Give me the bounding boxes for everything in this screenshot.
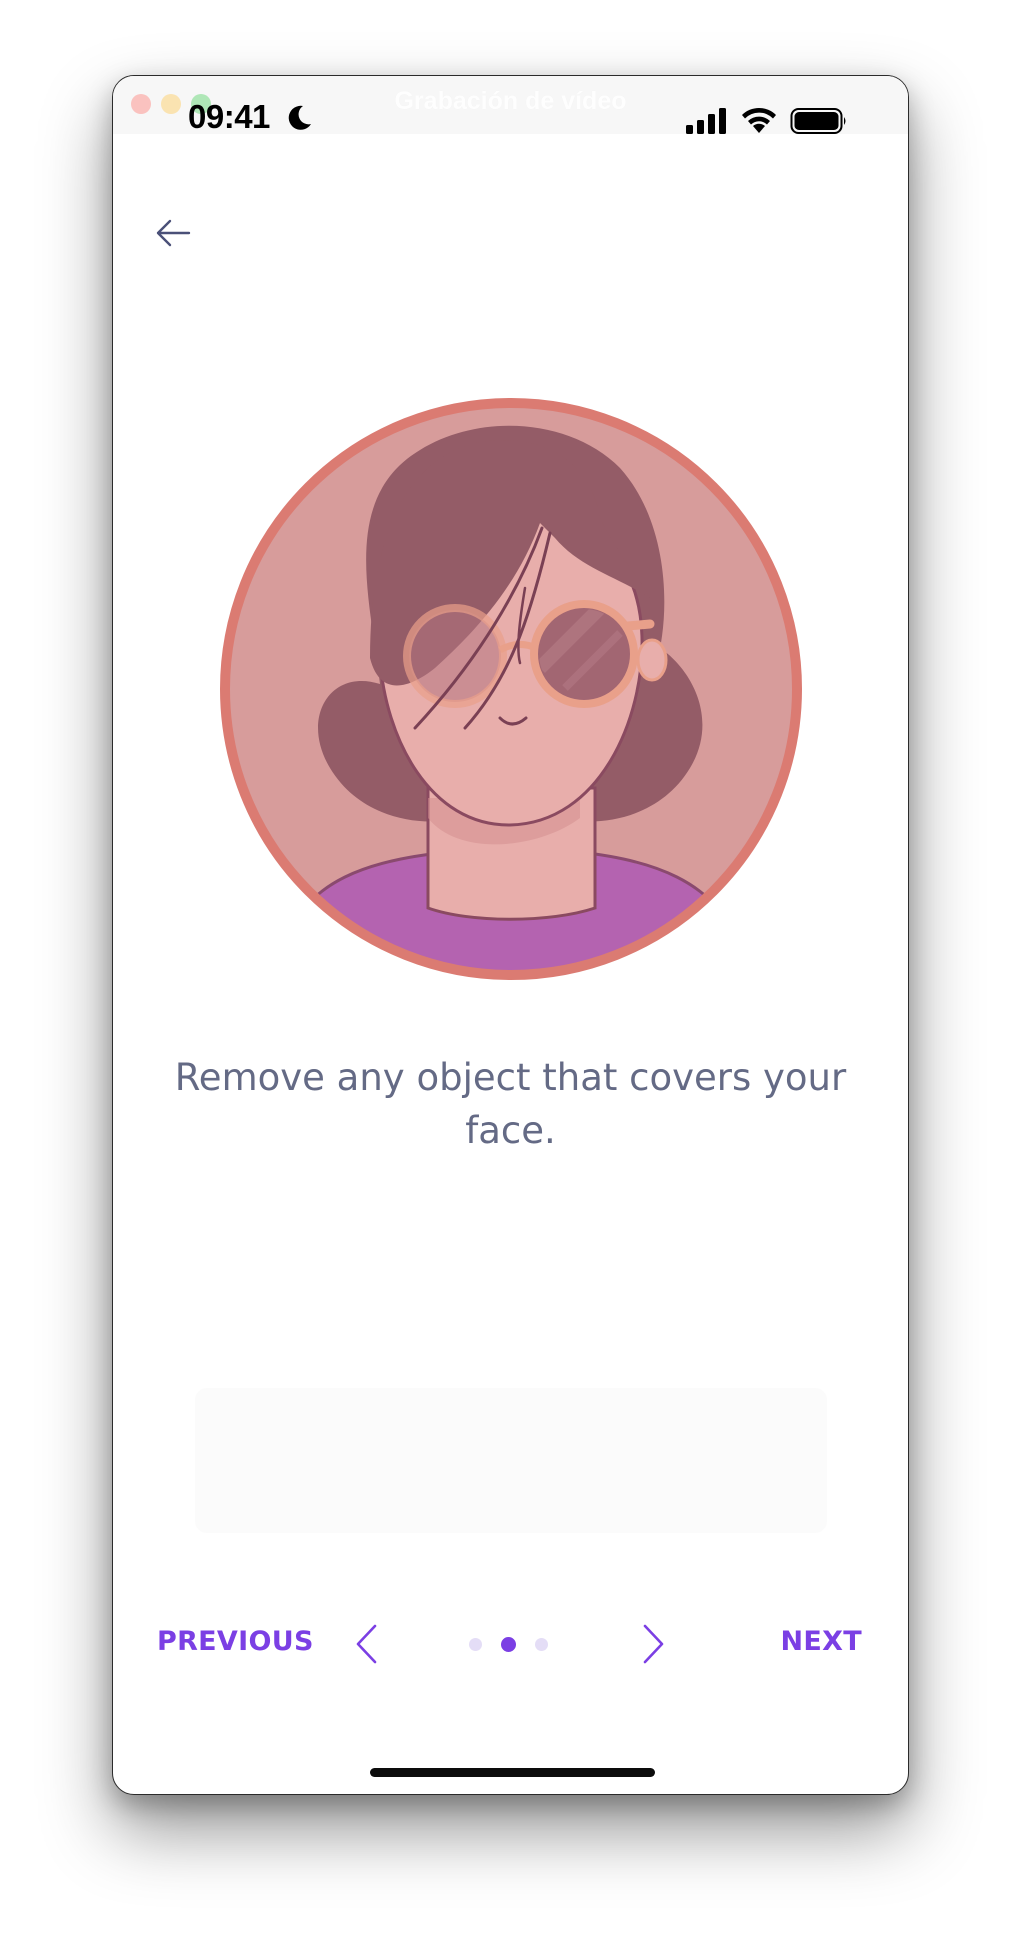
previous-button[interactable]: PREVIOUS <box>157 1626 314 1657</box>
phone-frame: Grabación de vídeo 09:41 Remove any obje… <box>112 75 909 1795</box>
moon-icon <box>288 105 311 130</box>
instruction-text: Remove any object that covers your face. <box>174 1056 847 1152</box>
chevron-left-icon[interactable] <box>351 1616 381 1672</box>
status-time: 09:41 <box>188 98 270 135</box>
cellular-signal-icon <box>686 108 726 134</box>
status-bar: Grabación de vídeo 09:41 <box>113 76 908 136</box>
avatar-illustration <box>220 398 802 980</box>
page-dot-1[interactable] <box>469 1638 482 1651</box>
faded-overlay-panel <box>195 1388 827 1533</box>
status-icons <box>686 106 848 136</box>
home-indicator[interactable] <box>370 1768 655 1777</box>
next-button[interactable]: NEXT <box>781 1626 862 1657</box>
page-indicator <box>469 1637 548 1652</box>
back-arrow-icon[interactable] <box>151 211 195 255</box>
onboarding-navigation: PREVIOUS NEXT <box>113 1616 908 1672</box>
wifi-icon <box>742 107 776 133</box>
battery-icon <box>790 108 846 134</box>
page-dot-3[interactable] <box>535 1638 548 1651</box>
page-dot-2-active[interactable] <box>501 1637 516 1652</box>
chevron-right-icon[interactable] <box>639 1616 669 1672</box>
